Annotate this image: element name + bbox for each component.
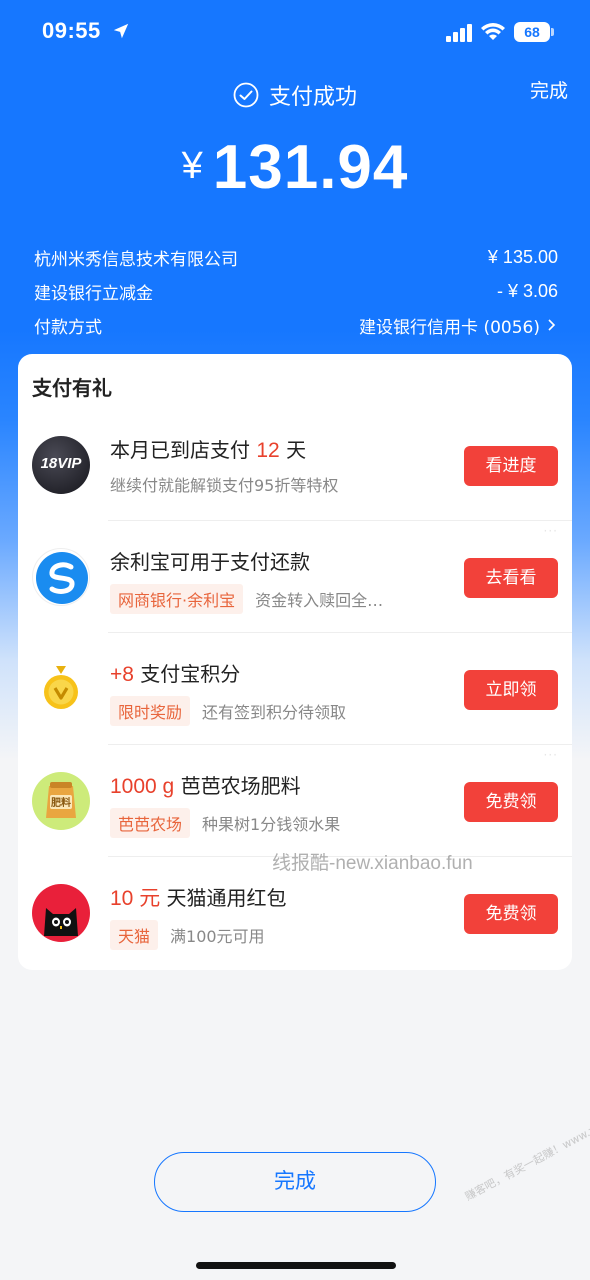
reward-subtitle-text: 种果树1分钱领水果 [202,815,341,834]
yulibao-logo [36,552,88,604]
payment-method-label: 付款方式 [34,317,102,338]
more-dots: ··· [543,524,558,538]
reward-title-highlight: +8 [110,663,134,686]
tmall-cat-graphic [44,908,78,936]
divider [108,520,572,521]
reward-subtitle-text: 还有签到积分待领取 [202,703,347,722]
view-progress-button[interactable]: 看进度 [464,446,558,486]
reward-title: 10 元 天猫通用红包 [110,882,287,912]
home-indicator [196,1262,396,1269]
reward-subtitle: 天猫 满100元可用 [110,920,265,950]
discount-row: 建设银行立减金 - ¥ 3.06 [34,274,558,308]
cellular-signal-icon [446,24,472,42]
reward-title: 余利宝可用于支付还款 [110,546,310,575]
reward-title-highlight: 12 [256,439,280,462]
reward-subtitle: 网商银行·余利宝 资金转入赎回全… [110,584,383,614]
payment-method-row[interactable]: 付款方式 建设银行信用卡 (0056) [34,308,558,342]
chevron-right-icon [548,319,556,331]
location-arrow-icon [113,23,129,39]
reward-tag: 芭芭农场 [110,808,191,838]
merchant-name: 杭州米秀信息技术有限公司 [34,249,238,270]
original-amount: ¥ 135.00 [487,246,558,267]
done-button-top[interactable]: 完成 [530,76,568,103]
wifi-icon [481,23,505,40]
reward-title-suffix: 芭芭农场肥料 [174,774,301,798]
battery-indicator: 68 [514,22,550,42]
discount-label: 建设银行立减金 [34,283,153,304]
divider [108,632,572,633]
rewards-card: 支付有礼 18VIP 本月已到店支付 12 天 继续付就能解锁支付95折等特权 … [18,354,572,970]
claim-now-button[interactable]: 立即领 [464,670,558,710]
rewards-title: 支付有礼 [32,376,112,400]
discount-amount: - ¥ 3.06 [496,280,558,301]
payment-status: 支付成功 [0,78,590,112]
reward-title-suffix: 天猫通用红包 [160,886,287,910]
yulibao-icon [32,548,90,606]
reward-tag: 限时奖励 [110,696,191,726]
reward-title-text: 本月已到店支付 [110,438,257,462]
more-dots: ··· [543,748,558,762]
battery-tip [551,28,554,36]
reward-title: 本月已到店支付 12 天 [110,434,306,463]
page-title: 支付成功 [268,85,357,110]
reward-title: +8 支付宝积分 [110,658,240,687]
merchant-row: 杭州米秀信息技术有限公司 ¥ 135.00 [34,240,558,274]
reward-subtitle: 限时奖励 还有签到积分待领取 [110,696,346,726]
reward-subtitle: 芭芭农场 种果树1分钱领水果 [110,808,340,838]
18vip-icon-text: 18VIP [40,455,82,472]
status-time: 09:55 [42,18,101,43]
reward-item-yulibao[interactable]: ··· 余利宝可用于支付还款 网商银行·余利宝 资金转入赎回全… 去看看 [18,522,572,632]
18vip-icon: 18VIP [32,436,90,494]
coin-graphic [44,666,78,709]
check-circle-icon [233,82,259,108]
divider [108,744,572,745]
reward-item-points[interactable]: +8 支付宝积分 限时奖励 还有签到积分待领取 立即领 [18,634,572,744]
free-claim-button[interactable]: 免费领 [464,782,558,822]
points-coin-icon [32,660,90,718]
amount-value: 131.94 [212,133,409,202]
corner-watermark: 赚客吧，有奖一起赚！www.zuanke8.com [462,1091,590,1204]
reward-tag: 网商银行·余利宝 [110,584,244,614]
reward-tag: 天猫 [110,920,159,950]
go-see-button[interactable]: 去看看 [464,558,558,598]
payment-method-value: 建设银行信用卡 (0056) [359,317,540,338]
reward-subtitle: 继续付就能解锁支付95折等特权 [110,472,338,496]
payment-details: 杭州米秀信息技术有限公司 ¥ 135.00 建设银行立减金 - ¥ 3.06 付… [34,240,558,342]
reward-subtitle-text: 继续付就能解锁支付95折等特权 [110,476,339,495]
done-button-bottom[interactable]: 完成 [154,1152,436,1212]
free-claim-button[interactable]: 免费领 [464,894,558,934]
reward-title-highlight: 10 元 [110,887,161,910]
reward-title-suffix: 天 [279,438,307,462]
payment-amount: ¥131.94 [0,132,590,203]
reward-subtitle-text: 资金转入赎回全… [255,591,384,610]
reward-title-text: 余利宝可用于支付还款 [110,550,310,574]
watermark: 线报酷-new.xianbao.fun [272,853,473,874]
tmall-cat-icon [32,884,90,942]
fertilizer-icon-text: 肥料 [51,798,71,809]
reward-title: 1000 g 芭芭农场肥料 [110,770,301,799]
reward-subtitle-text: 满100元可用 [170,927,265,946]
reward-item-fertilizer[interactable]: ··· 肥料 1000 g 芭芭农场肥料 芭芭农场 种果树1分钱领水果 免费领 [18,746,572,856]
reward-title-suffix: 支付宝积分 [133,662,241,686]
currency-symbol: ¥ [181,145,203,187]
status-bar: 09:55 68 [0,0,590,66]
reward-title-highlight: 1000 g [110,775,175,798]
fertilizer-bag-icon: 肥料 [32,772,90,830]
reward-item-store-pay[interactable]: 18VIP 本月已到店支付 12 天 继续付就能解锁支付95折等特权 看进度 [18,410,572,520]
